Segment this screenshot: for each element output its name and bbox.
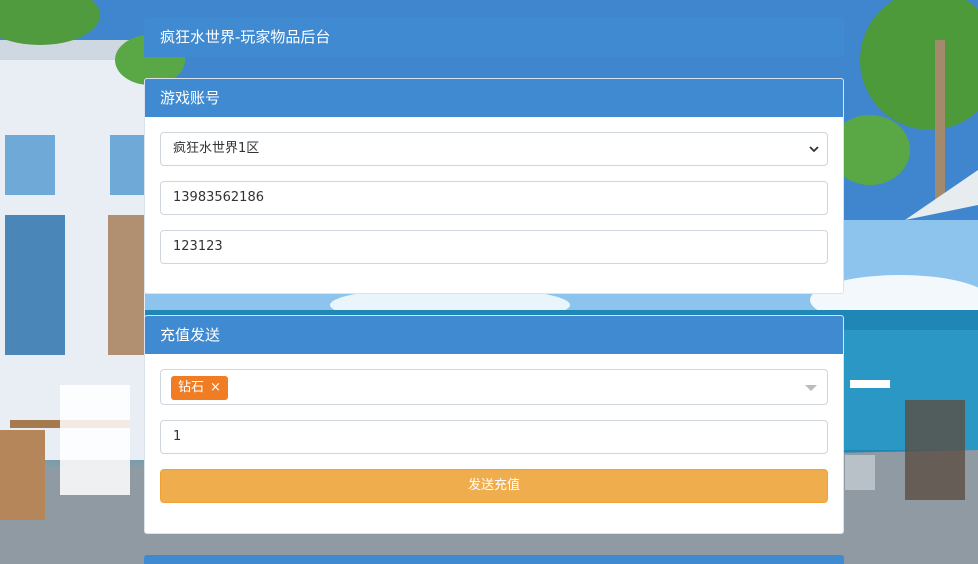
account-input-value: 13983562186 (173, 190, 264, 205)
recharge-panel: 充值发送 钻石 × 1 发送充值 (144, 315, 844, 534)
account-input[interactable]: 13983562186 (160, 181, 828, 215)
password-input-value: 123123 (173, 239, 223, 254)
password-input[interactable]: 123123 (160, 230, 828, 264)
server-select-value: 疯狂水世界1区 (173, 141, 260, 156)
dropdown-arrow-icon[interactable] (805, 385, 817, 391)
account-panel: 游戏账号 疯狂水世界1区 13983562186 123123 (144, 78, 844, 294)
selected-item-tag: 钻石 × (171, 376, 228, 400)
item-multiselect[interactable]: 钻石 × (160, 369, 828, 405)
send-recharge-button[interactable]: 发送充值 (160, 469, 828, 503)
recharge-panel-title: 充值发送 (145, 316, 843, 354)
quantity-input-value: 1 (173, 429, 182, 444)
quantity-input[interactable]: 1 (160, 420, 828, 454)
page-title: 疯狂水世界-玩家物品后台 (144, 17, 844, 57)
tag-remove-icon[interactable]: × (210, 380, 221, 395)
account-panel-title: 游戏账号 (145, 79, 843, 117)
selected-item-tag-label: 钻石 (178, 380, 205, 395)
chevron-down-icon (809, 146, 819, 153)
next-panel-header (144, 555, 844, 564)
server-select[interactable]: 疯狂水世界1区 (160, 132, 828, 166)
